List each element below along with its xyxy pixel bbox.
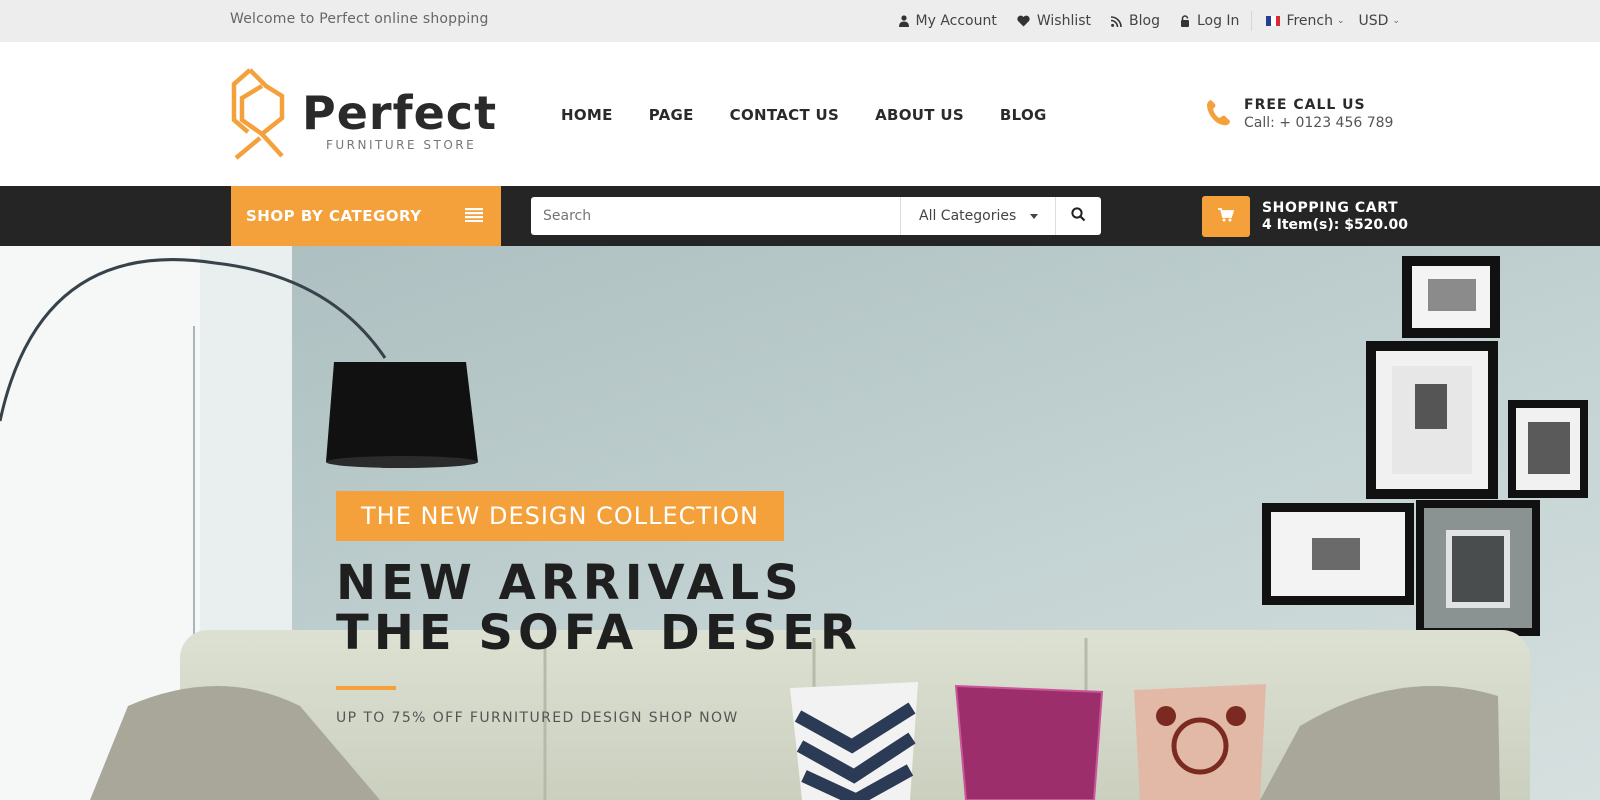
logo-tagline: FURNITURE STORE (326, 138, 477, 152)
logo-name: Perfect (302, 86, 498, 140)
main-nav: HOME PAGE CONTACT US ABOUT US BLOG (561, 106, 1083, 124)
user-icon (898, 15, 909, 27)
chevron-down-icon: ⌄ (1336, 16, 1345, 26)
nav-page[interactable]: PAGE (649, 106, 694, 124)
site-logo[interactable]: Perfect FURNITURE STORE (230, 68, 497, 164)
nav-blog[interactable]: BLOG (1000, 106, 1047, 124)
divider (1251, 11, 1253, 31)
lock-icon (1180, 15, 1190, 27)
phone-icon (1206, 98, 1232, 130)
category-select-label: All Categories (919, 208, 1017, 224)
hero-tag: THE NEW DESIGN COLLECTION (336, 491, 785, 541)
my-account-label: My Account (915, 13, 997, 29)
shop-by-category-label: SHOP BY CATEGORY (246, 207, 422, 225)
top-bar: Welcome to Perfect online shopping My Ac… (0, 0, 1600, 42)
search-input[interactable] (531, 197, 900, 235)
logo-mark-icon (230, 68, 288, 164)
category-bar: SHOP BY CATEGORY All Categories SHOPPING… (0, 186, 1600, 246)
heart-icon (1017, 15, 1030, 27)
shop-by-category-button[interactable]: SHOP BY CATEGORY (231, 186, 501, 246)
hero-image (0, 246, 1600, 800)
category-select[interactable]: All Categories (900, 197, 1055, 235)
call-info: FREE CALL US Call: + 0123 456 789 (1206, 97, 1393, 131)
hero-banner[interactable]: THE NEW DESIGN COLLECTION NEW ARRIVALS T… (0, 246, 1600, 800)
caret-down-icon (1030, 213, 1039, 219)
call-title: FREE CALL US (1244, 97, 1366, 113)
hero-title: NEW ARRIVALS THE SOFA DESER (336, 558, 862, 658)
hero-title-line-2: THE SOFA DESER (336, 605, 862, 661)
language-selector[interactable]: French ⌄ (1266, 13, 1345, 29)
login-label: Log In (1196, 13, 1240, 29)
rss-icon (1111, 15, 1122, 27)
top-links: My Account Wishlist Blog Log In French ⌄… (879, 0, 1400, 42)
wishlist-label: Wishlist (1036, 13, 1092, 29)
cart-summary: 4 Item(s): $520.00 (1262, 217, 1408, 233)
search-button[interactable] (1055, 197, 1101, 235)
french-flag-icon (1266, 16, 1281, 26)
cart-text: SHOPPING CART 4 Item(s): $520.00 (1262, 200, 1408, 233)
blog-label: Blog (1129, 13, 1160, 29)
language-label: French (1286, 13, 1333, 29)
search-form: All Categories (531, 197, 1101, 235)
currency-selector[interactable]: USD ⌄ (1359, 13, 1400, 29)
cart-title: SHOPPING CART (1262, 200, 1399, 216)
cart-button[interactable] (1202, 196, 1250, 237)
logo-text: Perfect FURNITURE STORE (302, 90, 497, 152)
nav-about-us[interactable]: ABOUT US (875, 106, 964, 124)
hero-divider (336, 686, 396, 690)
welcome-text: Welcome to Perfect online shopping (230, 11, 489, 27)
cart-icon (1218, 207, 1235, 226)
menu-icon (465, 207, 483, 226)
login-link[interactable]: Log In (1180, 13, 1239, 29)
site-header: Perfect FURNITURE STORE HOME PAGE CONTAC… (0, 42, 1600, 186)
currency-label: USD (1358, 13, 1389, 29)
blog-link[interactable]: Blog (1111, 13, 1160, 29)
hero-subtitle[interactable]: UP TO 75% OFF FURNITURED DESIGN SHOP NOW (336, 710, 739, 726)
search-icon (1071, 206, 1086, 226)
nav-contact-us[interactable]: CONTACT US (730, 106, 839, 124)
wishlist-link[interactable]: Wishlist (1017, 13, 1091, 29)
my-account-link[interactable]: My Account (898, 13, 997, 29)
hero-title-line-1: NEW ARRIVALS (336, 555, 804, 611)
nav-home[interactable]: HOME (561, 106, 613, 124)
chevron-down-icon: ⌄ (1392, 16, 1400, 26)
shopping-cart[interactable]: SHOPPING CART 4 Item(s): $520.00 (1202, 196, 1408, 237)
call-number: Call: + 0123 456 789 (1244, 115, 1394, 131)
